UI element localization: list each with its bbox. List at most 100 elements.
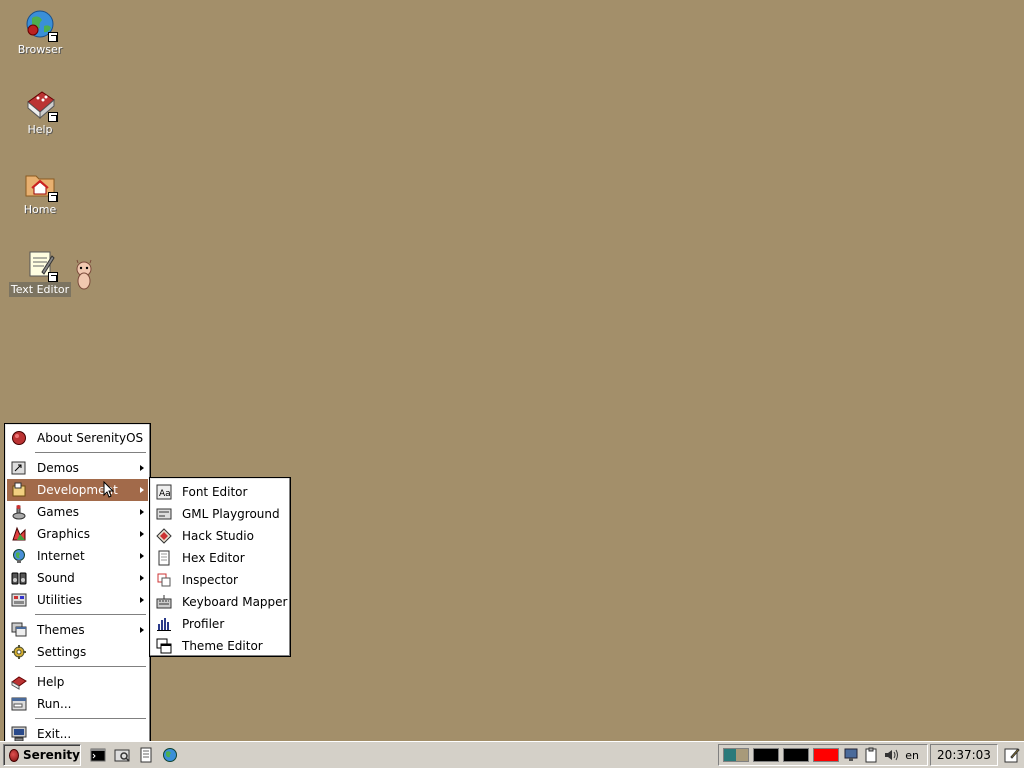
theme-editor-icon [156, 638, 172, 654]
menu-item-profiler[interactable]: Profiler [152, 613, 288, 635]
keyboard-language[interactable]: en [905, 749, 919, 762]
menu-item-label: Profiler [182, 617, 225, 631]
gml-playground-icon [156, 506, 172, 522]
demos-icon [11, 460, 27, 476]
notifications-icon[interactable] [1004, 747, 1020, 763]
menu-item-label: Internet [37, 549, 85, 563]
desktop-icon-label: Help [27, 123, 53, 136]
hex-editor-icon [156, 550, 172, 566]
quick-launch [87, 744, 181, 766]
submenu-arrow-icon [140, 531, 144, 537]
menu-item-label: Sound [37, 571, 75, 585]
menu-item-theme-editor[interactable]: Theme Editor [152, 635, 288, 657]
menu-separator [7, 663, 148, 671]
desktop-icon-text-editor[interactable]: Text Editor [5, 248, 75, 297]
menu-item-demos[interactable]: Demos [7, 457, 148, 479]
submenu-arrow-icon [140, 575, 144, 581]
serenity-logo-icon [9, 748, 19, 762]
memory-graph[interactable] [783, 748, 810, 762]
buggie-mascot-icon[interactable] [74, 259, 94, 291]
desktop-icon-label: Text Editor [8, 282, 72, 297]
file-manager-icon[interactable] [111, 744, 133, 766]
desktop-icon-label: Home [23, 203, 57, 216]
menu-item-label: Graphics [37, 527, 90, 541]
submenu-arrow-icon [140, 509, 144, 515]
network-graph[interactable] [813, 748, 840, 762]
menu-separator [7, 611, 148, 619]
hack-studio-icon [156, 528, 172, 544]
menu-item-hack-studio[interactable]: Hack Studio [152, 525, 288, 547]
inspector-icon [156, 572, 172, 588]
menu-item-label: Theme Editor [182, 639, 263, 653]
menu-item-label: Inspector [182, 573, 238, 587]
desktop-icon-browser[interactable]: Browser [5, 8, 75, 57]
menu-separator [7, 449, 148, 457]
menu-item-label: Hex Editor [182, 551, 245, 565]
clock[interactable]: 20:37:03 [930, 744, 998, 766]
serenity-logo-icon [11, 430, 27, 446]
submenu-arrow-icon [140, 597, 144, 603]
run-icon [11, 696, 27, 712]
submenu-arrow-icon [140, 487, 144, 493]
menu-item-sound[interactable]: Sound [7, 567, 148, 589]
workspace-switcher[interactable] [723, 748, 750, 762]
menu-item-label: About SerenityOS [37, 431, 144, 445]
desktop-icon-home[interactable]: Home [5, 168, 75, 217]
profiler-icon [156, 616, 172, 632]
desktop-icon-label: Browser [17, 43, 63, 56]
menu-item-internet[interactable]: Internet [7, 545, 148, 567]
menu-item-label: Demos [37, 461, 79, 475]
desktop-icon-help[interactable]: Help [5, 88, 75, 137]
help-icon [11, 674, 27, 690]
text-editor-icon[interactable] [135, 744, 157, 766]
development-submenu: Aa Font Editor GML Playground Hack Studi… [149, 477, 291, 657]
menu-item-utilities[interactable]: Utilities [7, 589, 148, 611]
network-icon[interactable] [843, 747, 859, 763]
help-book-icon [24, 88, 58, 122]
menu-item-label: Themes [37, 623, 85, 637]
internet-icon [11, 548, 27, 564]
menu-item-settings[interactable]: Settings [7, 641, 148, 663]
submenu-arrow-icon [140, 553, 144, 559]
menu-item-development[interactable]: Development [7, 479, 148, 501]
menu-item-label: Run... [37, 697, 72, 711]
home-folder-icon [24, 168, 58, 202]
sound-icon [11, 570, 27, 586]
submenu-arrow-icon [140, 627, 144, 633]
cpu-graph[interactable] [753, 748, 780, 762]
menu-item-label: GML Playground [182, 507, 280, 521]
menu-item-inspector[interactable]: Inspector [152, 569, 288, 591]
system-tray: en [718, 744, 928, 766]
menu-item-run[interactable]: Run... [7, 693, 148, 715]
terminal-icon[interactable] [87, 744, 109, 766]
menu-item-label: Help [37, 675, 65, 689]
submenu-arrow-icon [140, 465, 144, 471]
svg-text:Aa: Aa [159, 489, 171, 499]
menu-item-themes[interactable]: Themes [7, 619, 148, 641]
browser-globe-icon [24, 8, 58, 42]
volume-icon[interactable] [883, 747, 899, 763]
menu-item-label: Keyboard Mapper [182, 595, 288, 609]
start-menu: About SerenityOS Demos Development Games… [4, 423, 151, 744]
menu-item-games[interactable]: Games [7, 501, 148, 523]
themes-icon [11, 622, 27, 638]
start-button[interactable]: Serenity [3, 744, 81, 766]
menu-item-gml-playground[interactable]: GML Playground [152, 503, 288, 525]
browser-icon[interactable] [159, 744, 181, 766]
menu-item-graphics[interactable]: Graphics [7, 523, 148, 545]
keyboard-mapper-icon [156, 594, 172, 610]
menu-item-label: Hack Studio [182, 529, 254, 543]
menu-item-label: Font Editor [182, 485, 248, 499]
menu-item-label: Exit... [37, 727, 72, 741]
graphics-icon [11, 526, 27, 542]
menu-item-about-serenityos[interactable]: About SerenityOS [7, 427, 148, 449]
menu-item-keyboard-mapper[interactable]: Keyboard Mapper [152, 591, 288, 613]
menu-item-hex-editor[interactable]: Hex Editor [152, 547, 288, 569]
clipboard-icon[interactable] [863, 747, 879, 763]
start-button-label: Serenity [22, 748, 80, 762]
mouse-cursor-icon [103, 480, 115, 499]
menu-item-help[interactable]: Help [7, 671, 148, 693]
font-editor-icon: Aa [156, 484, 172, 500]
menu-item-font-editor[interactable]: Aa Font Editor [152, 481, 288, 503]
menu-item-label: Settings [37, 645, 87, 659]
